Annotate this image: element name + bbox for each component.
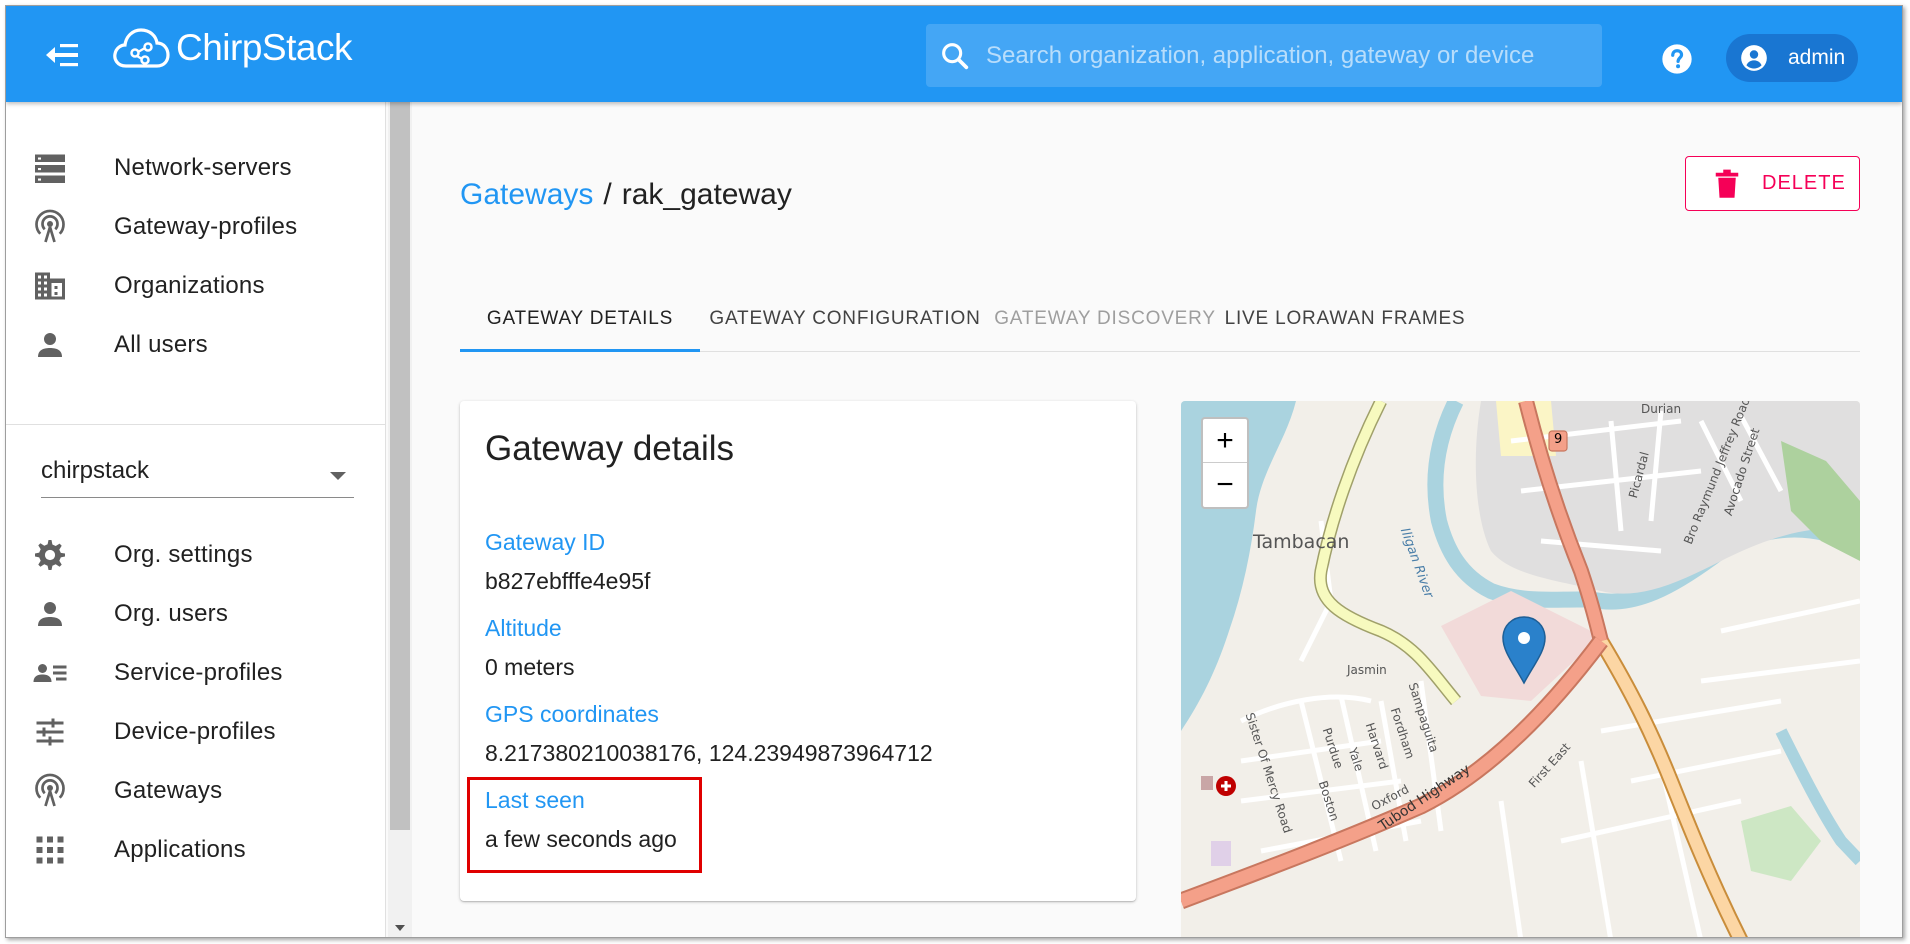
cloud-logo-icon [113,28,170,68]
search-input[interactable] [986,41,1586,70]
sidebar-item-label: Applications [114,836,246,863]
menu-collapse-icon[interactable] [46,42,78,68]
gateway-location-map[interactable]: Tambacan Iligan River Jasmin Sampaguita … [1181,401,1860,937]
gear-icon [35,540,65,570]
account-details-icon [33,664,67,682]
chirpstack-logo[interactable]: ChirpStack [112,26,352,70]
chevron-down-icon [330,472,346,480]
breadcrumb-gateways-link[interactable]: Gateways [460,178,593,211]
map-tiles [1181,401,1860,937]
gateway-icon [35,209,65,243]
sidebar-item-label: Gateways [114,777,223,804]
account-circle-icon [1741,45,1767,71]
building-icon [35,272,65,300]
tab-live-lorawan-frames[interactable]: LIVE LORAWAN FRAMES [1220,286,1470,352]
organization-select[interactable]: chirpstack [41,452,354,498]
sidebar-item-label: All users [114,331,208,358]
map-label-durian: Durian [1641,402,1682,416]
app-bar: ChirpStack admin [6,6,1902,102]
map-route-9-label: 9 [1554,432,1563,447]
sidebar-scrollbar[interactable] [388,102,412,937]
breadcrumb: Gateways / rak_gateway [460,178,792,212]
last-seen-highlight [467,777,702,873]
map-label-tambacan: Tambacan [1253,531,1350,553]
gateway-id-value: b827ebfffe4e95f [485,568,651,594]
gps-coordinates-label: GPS coordinates [485,701,659,727]
scroll-down-arrow-icon[interactable] [395,925,405,931]
server-icon [35,154,65,183]
organization-select-value: chirpstack [41,457,150,484]
search-icon [942,42,969,69]
breadcrumb-separator: / [603,178,612,211]
zoom-out-button[interactable]: − [1203,463,1247,507]
apps-grid-icon [36,836,64,864]
sidebar-item-label: Network-servers [114,154,292,181]
user-menu-button[interactable]: admin [1726,34,1858,82]
scrollbar-thumb[interactable] [390,102,410,830]
trash-icon [1715,169,1739,198]
tab-bar: GATEWAY DETAILS GATEWAY CONFIGURATION GA… [460,286,1860,352]
delete-button[interactable]: DELETE [1685,156,1860,211]
sidebar-item-label: Gateway-profiles [114,213,298,240]
logo-text: ChirpStack [176,27,352,68]
person-icon [38,333,62,357]
map-label-jasmin: Jasmin [1347,663,1387,677]
sidebar-item-all-users[interactable]: All users [6,309,386,381]
breadcrumb-current: rak_gateway [621,178,792,211]
search-bar[interactable] [926,24,1602,87]
user-name: admin [1788,46,1846,69]
sidebar-item-label: Org. users [114,600,229,627]
help-icon[interactable] [1661,43,1693,75]
active-tab-indicator [460,349,700,352]
tune-icon [36,718,64,746]
altitude-label: Altitude [485,615,562,641]
card-title: Gateway details [485,429,735,468]
tab-gateway-discovery: GATEWAY DISCOVERY [994,308,1216,329]
sidebar-item-label: Service-profiles [114,659,283,686]
app-window: ChirpStack admin [5,5,1903,938]
sidebar-item-label: Device-profiles [114,718,276,745]
map-zoom-control: + − [1201,417,1249,509]
sidebar-item-applications[interactable]: Applications [6,814,386,886]
altitude-value: 0 meters [485,654,575,680]
sidebar-divider [6,424,386,425]
tab-gateway-configuration[interactable]: GATEWAY CONFIGURATION [700,286,990,352]
gateway-icon [35,773,65,807]
person-icon [38,602,62,626]
sidebar-item-label: Organizations [114,272,265,299]
gateway-id-label: Gateway ID [485,529,606,555]
gateway-details-card: Gateway details Gateway ID b827ebfffe4e9… [460,401,1136,901]
gps-coordinates-value: 8.217380210038176, 124.23949873964712 [485,740,933,766]
sidebar-item-label: Org. settings [114,541,253,568]
sidebar: Network-servers Gateway-profiles Organiz… [6,102,386,937]
zoom-in-button[interactable]: + [1203,419,1247,463]
delete-button-label: DELETE [1762,172,1846,194]
tab-gateway-details[interactable]: GATEWAY DETAILS [460,286,700,352]
